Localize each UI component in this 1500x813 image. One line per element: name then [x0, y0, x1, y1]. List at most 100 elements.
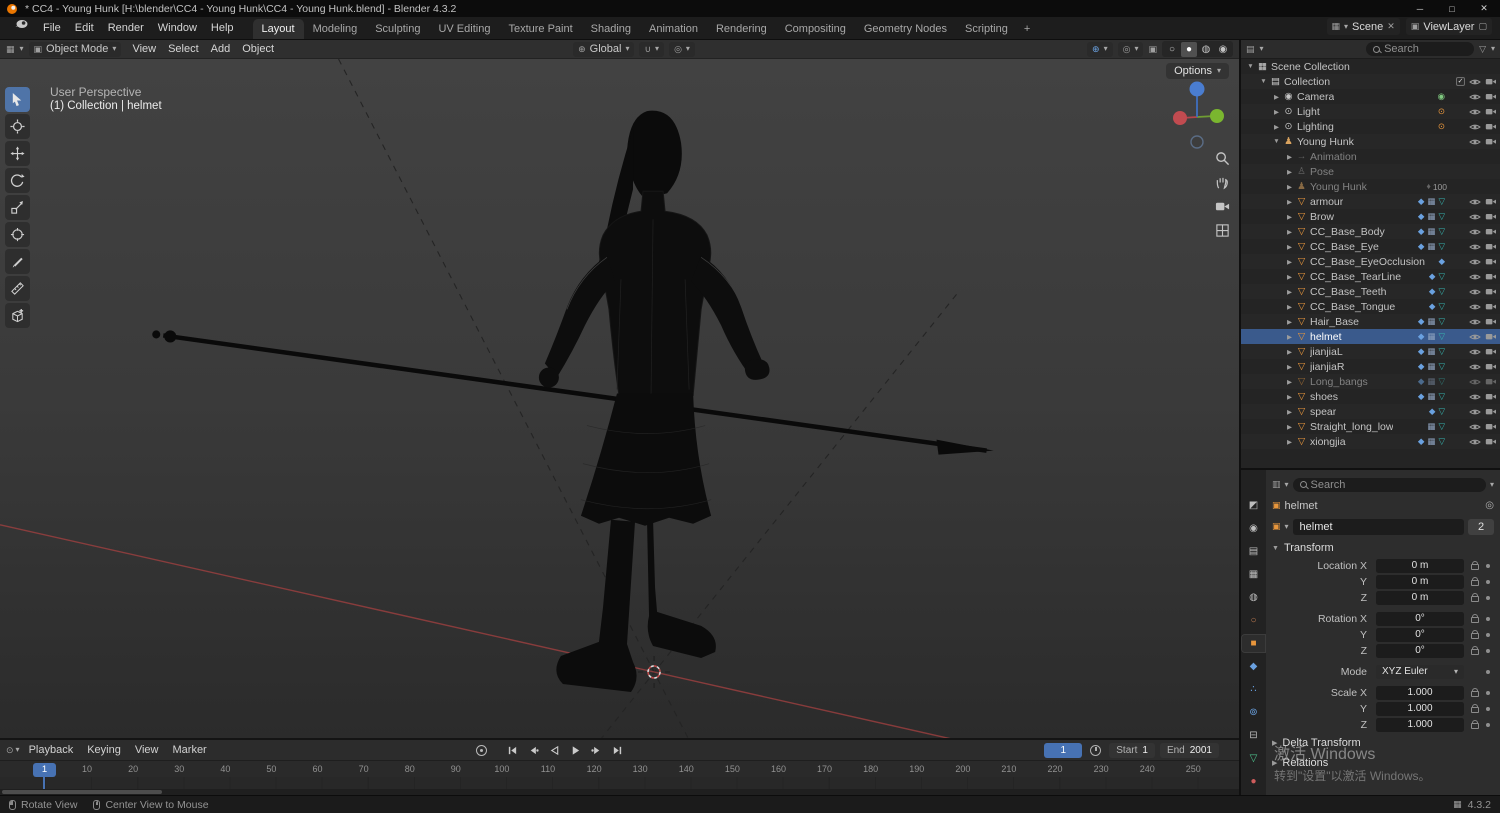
row-label[interactable]: CC_Base_EyeOcclusion [1310, 256, 1425, 268]
properties-tab[interactable]: ■ [1241, 634, 1266, 653]
timeline-track-area[interactable] [0, 777, 1239, 789]
properties-tab[interactable]: ⊟ [1242, 727, 1265, 744]
cursor-tool-button[interactable] [5, 114, 30, 139]
animate-dot-icon[interactable] [1486, 690, 1490, 695]
workspace-tab[interactable]: UV Editing [429, 19, 499, 39]
hide-eye-icon[interactable] [1469, 228, 1481, 236]
workspace-tab[interactable]: Modeling [304, 19, 367, 39]
expand-toggle-icon[interactable] [1284, 408, 1295, 416]
outliner-row[interactable]: Young Hunk ◆ ▦ ▽ ♦ ◉ ⊙ [1241, 134, 1500, 149]
animate-dot-icon[interactable] [1486, 579, 1490, 584]
jump-to-start-button[interactable] [503, 743, 522, 758]
expand-toggle-icon[interactable] [1284, 363, 1295, 371]
outliner-row[interactable]: shoes ◆ ▦ ▽ ♦ ◉ ⊙ [1241, 389, 1500, 404]
hide-eye-icon[interactable] [1469, 318, 1481, 326]
rotate-tool-button[interactable] [5, 168, 30, 193]
ortho-grid-icon[interactable] [1215, 223, 1230, 238]
outliner-row[interactable]: spear ◆ ▦ ▽ ♦ ◉ ⊙ [1241, 404, 1500, 419]
properties-search-input[interactable]: Search [1292, 477, 1486, 492]
outliner-row[interactable]: CC_Base_EyeOcclusion ◆ ▦ ▽ ♦ ◉ ⊙ [1241, 254, 1500, 269]
hide-eye-icon[interactable] [1469, 348, 1481, 356]
scene-selector[interactable]: ▦ ▾ Scene ✕ [1326, 18, 1400, 35]
transform-section-header[interactable]: ▼ Transform [1272, 539, 1494, 557]
expand-toggle-icon[interactable] [1258, 78, 1269, 85]
3d-viewport[interactable]: User Perspective (1) Collection | helmet… [0, 59, 1239, 738]
animate-dot-icon[interactable] [1486, 648, 1490, 653]
blender-menu-icon[interactable] [8, 19, 35, 37]
disable-render-icon[interactable] [1485, 107, 1497, 116]
disable-render-icon[interactable] [1485, 197, 1497, 206]
breadcrumb-object-name[interactable]: helmet [1285, 500, 1318, 512]
expand-toggle-icon[interactable] [1284, 333, 1295, 341]
scrollbar-thumb[interactable] [2, 790, 162, 794]
field-value[interactable]: 0 m [1376, 558, 1464, 573]
outliner-row[interactable]: Hair_Base ◆ ▦ ▽ ♦ ◉ ⊙ [1241, 314, 1500, 329]
rendered-shading-button[interactable]: ◉ [1215, 42, 1231, 57]
play-reverse-button[interactable] [545, 743, 564, 758]
pan-hand-icon[interactable] [1215, 175, 1230, 190]
end-frame-field[interactable]: End 2001 [1159, 742, 1219, 758]
disable-render-icon[interactable] [1485, 272, 1497, 281]
prev-keyframe-button[interactable] [524, 743, 543, 758]
filter-icon[interactable]: ▽ [1479, 44, 1486, 54]
properties-tab[interactable]: ○ [1242, 612, 1265, 629]
hide-eye-icon[interactable] [1469, 93, 1481, 101]
row-label[interactable]: Collection [1284, 76, 1330, 88]
row-label[interactable]: CC_Base_Eye [1310, 241, 1379, 253]
disable-render-icon[interactable] [1485, 122, 1497, 131]
row-label[interactable]: CC_Base_Body [1310, 226, 1385, 238]
outliner-row[interactable]: Animation ◆ ▦ ▽ ♦ ◉ ⊙ [1241, 149, 1500, 164]
field-value[interactable]: 0° [1376, 611, 1464, 626]
navigation-gizmo[interactable] [1159, 73, 1239, 153]
disable-render-icon[interactable] [1485, 392, 1497, 401]
copy-icon[interactable]: ▢ [1478, 22, 1487, 31]
menu-item[interactable]: Marker [166, 744, 214, 756]
move-tool-button[interactable] [5, 141, 30, 166]
expand-toggle-icon[interactable] [1245, 63, 1256, 70]
mode-selector[interactable]: ▣ Object Mode ▾ [28, 41, 122, 57]
minimize-button[interactable]: ─ [1404, 0, 1436, 17]
workspace-tab[interactable]: Scripting [956, 19, 1017, 39]
hide-eye-icon[interactable] [1469, 393, 1481, 401]
workspace-tab[interactable]: Compositing [776, 19, 855, 39]
disable-render-icon[interactable] [1485, 257, 1497, 266]
transform-tool-button[interactable] [5, 222, 30, 247]
disable-render-icon[interactable] [1485, 347, 1497, 356]
workspace-tab[interactable]: Animation [640, 19, 707, 39]
field-value[interactable]: 0 m [1376, 574, 1464, 589]
outliner-row[interactable]: Lighting ◆ ▦ ▽ ♦ ◉ ⊙ [1241, 119, 1500, 134]
hide-eye-icon[interactable] [1469, 108, 1481, 116]
properties-tab[interactable]: ◍ [1242, 589, 1265, 606]
hide-eye-icon[interactable] [1469, 243, 1481, 251]
outliner-row[interactable]: CC_Base_TearLine ◆ ▦ ▽ ♦ ◉ ⊙ [1241, 269, 1500, 284]
row-label[interactable]: jianjiaR [1310, 361, 1344, 373]
row-label[interactable]: xiongjia [1310, 436, 1346, 448]
disable-render-icon[interactable] [1485, 407, 1497, 416]
viewlayer-selector[interactable]: ▣ ViewLayer ▢ [1405, 18, 1492, 35]
outliner-row[interactable]: Brow ◆ ▦ ▽ ♦ ◉ ⊙ [1241, 209, 1500, 224]
animate-dot-icon[interactable] [1486, 563, 1490, 568]
animate-dot-icon[interactable] [1486, 669, 1490, 674]
row-label[interactable]: Lighting [1297, 121, 1334, 133]
field-value[interactable]: 0° [1376, 643, 1464, 658]
disable-render-icon[interactable] [1485, 422, 1497, 431]
properties-tab[interactable]: ▽ [1242, 750, 1265, 767]
hide-eye-icon[interactable] [1469, 213, 1481, 221]
menu-item[interactable]: Playback [22, 744, 81, 756]
disable-render-icon[interactable] [1485, 242, 1497, 251]
expand-toggle-icon[interactable] [1284, 153, 1295, 161]
outliner-row[interactable]: CC_Base_Body ◆ ▦ ▽ ♦ ◉ ⊙ [1241, 224, 1500, 239]
measure-tool-button[interactable] [5, 276, 30, 301]
collapsed-section-header[interactable]: ▶ Delta Transform [1272, 734, 1494, 752]
expand-toggle-icon[interactable] [1284, 348, 1295, 356]
hide-eye-icon[interactable] [1469, 258, 1481, 266]
lock-icon[interactable] [1471, 704, 1479, 713]
users-count-button[interactable]: 2 [1468, 518, 1494, 535]
expand-toggle-icon[interactable] [1284, 423, 1295, 431]
menu-item[interactable]: Window [151, 19, 204, 37]
snapping-toggle[interactable]: ∪ ▾ [639, 41, 665, 57]
disable-render-icon[interactable] [1485, 362, 1497, 371]
expand-toggle-icon[interactable] [1271, 108, 1282, 116]
animate-dot-icon[interactable] [1486, 616, 1490, 621]
auto-keying-toggle[interactable] [476, 744, 488, 756]
